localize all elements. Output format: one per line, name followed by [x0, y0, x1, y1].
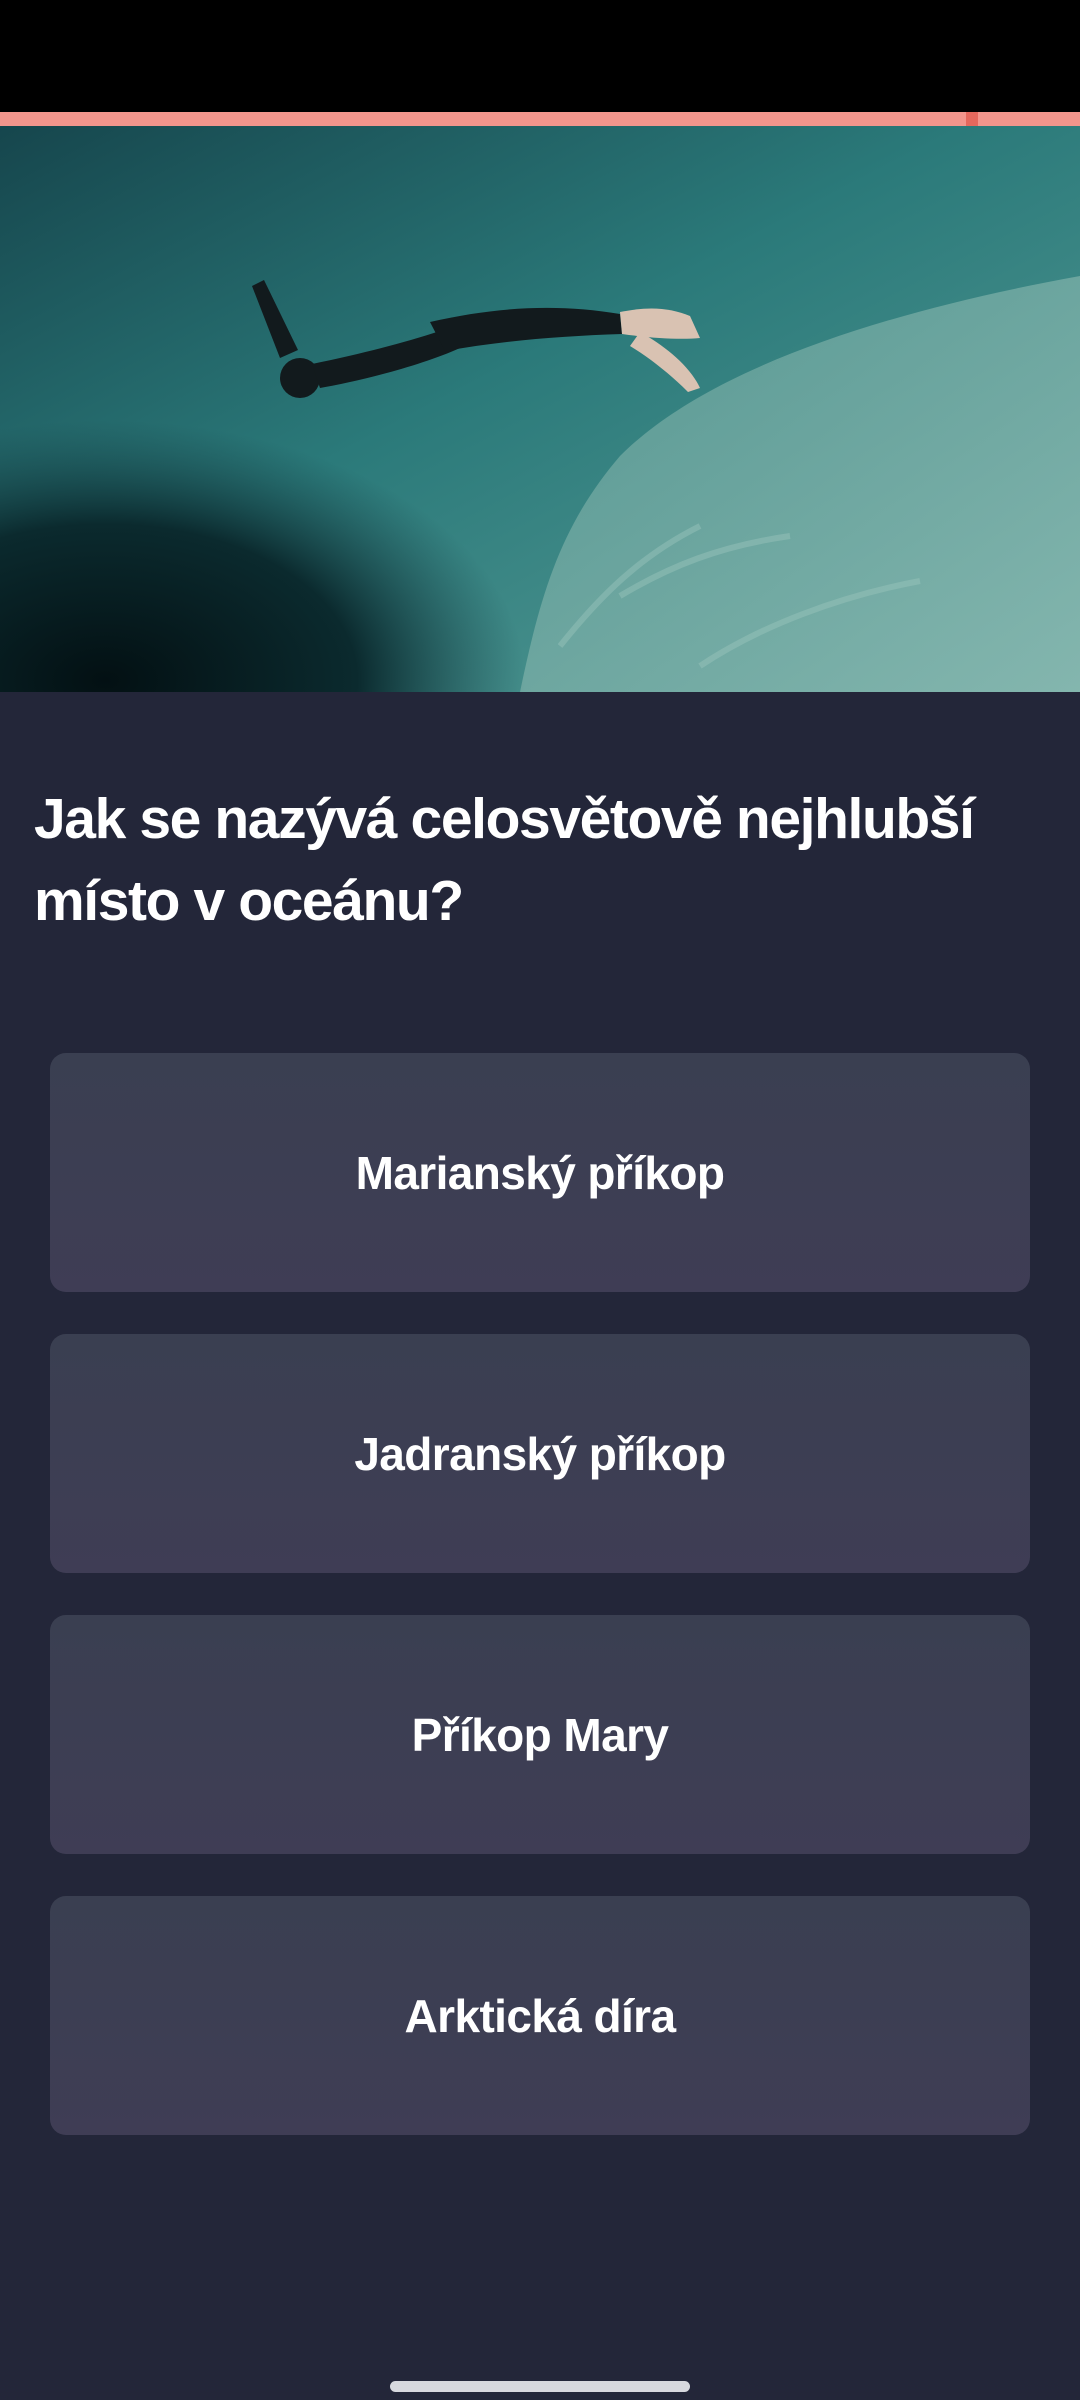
- progress-marker: [966, 112, 978, 126]
- home-indicator[interactable]: [390, 2381, 690, 2392]
- underwater-illustration: [0, 126, 1080, 692]
- answer-option-4[interactable]: Arktická díra: [50, 1896, 1030, 2135]
- question-text: Jak se nazývá celosvětově nejhlubší míst…: [34, 787, 975, 933]
- answer-list: Marianský příkop Jadranský příkop Příkop…: [50, 1053, 1030, 2177]
- status-bar: [0, 0, 1080, 112]
- answer-option-1[interactable]: Marianský příkop: [50, 1053, 1030, 1292]
- quiz-progress-bar: [0, 112, 1080, 126]
- hero-image-freediver: [0, 126, 1080, 692]
- answer-option-2[interactable]: Jadranský příkop: [50, 1334, 1030, 1573]
- answer-option-3[interactable]: Příkop Mary: [50, 1615, 1030, 1854]
